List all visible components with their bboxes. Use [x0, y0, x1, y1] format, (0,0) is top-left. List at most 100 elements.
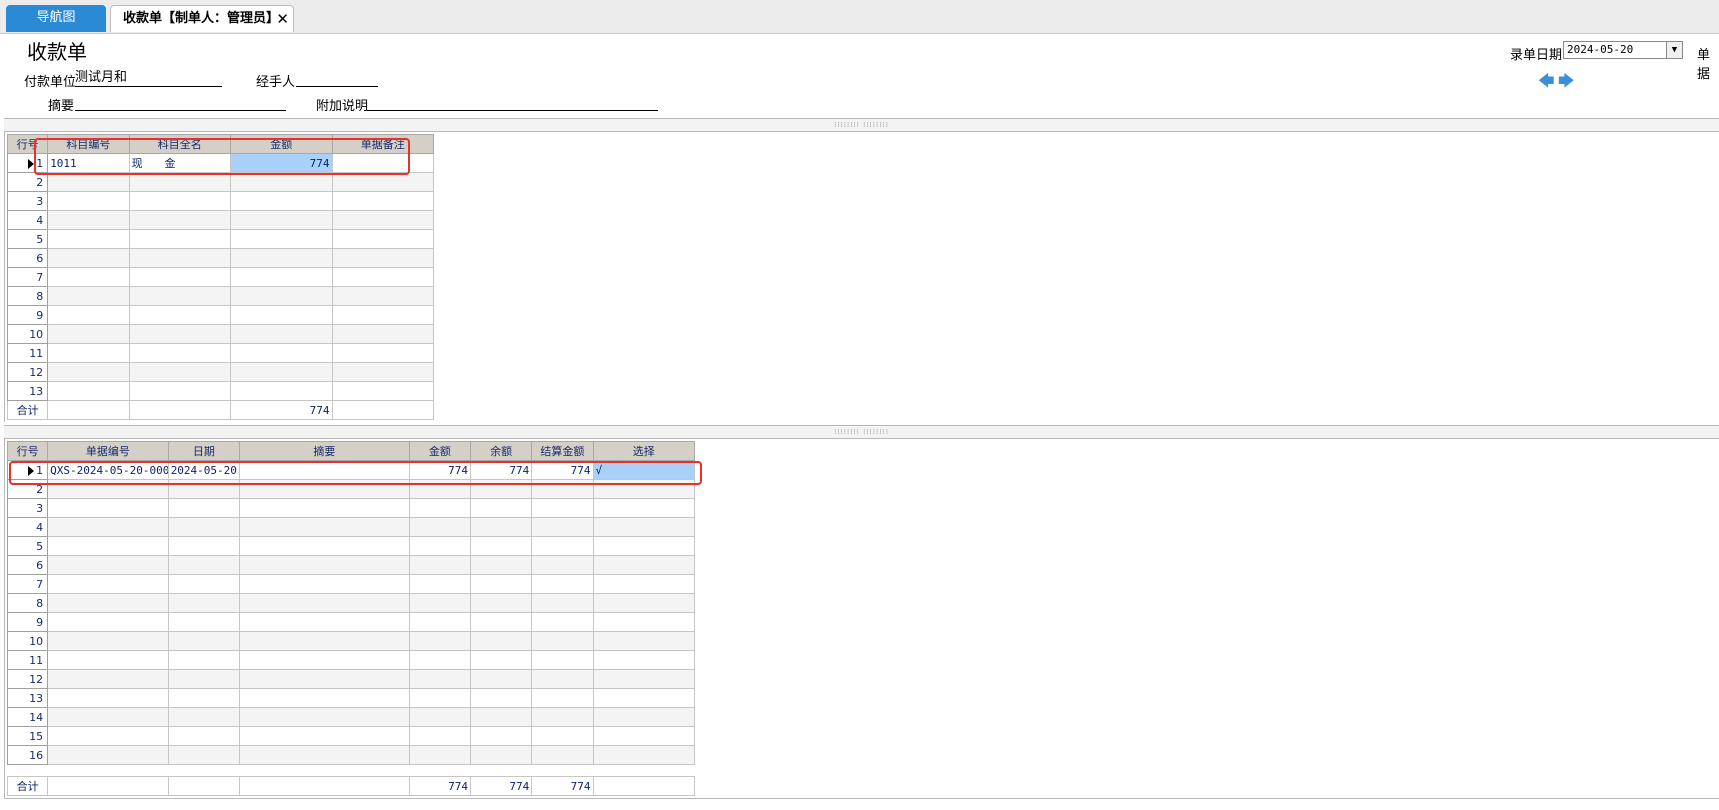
prev-arrow-icon[interactable]: 🡄 [1538, 70, 1555, 97]
table-row[interactable]: 1 1011 现 金 774 [6, 153, 434, 173]
amount-cell[interactable]: 774 [230, 153, 333, 173]
account-name-cell[interactable] [128, 229, 232, 249]
select-cell[interactable] [592, 479, 696, 499]
table-row[interactable]: 2 [6, 479, 696, 499]
amount-cell[interactable] [408, 688, 471, 708]
balance-cell[interactable] [469, 498, 533, 518]
balance-cell[interactable] [469, 593, 533, 613]
remark-cell[interactable] [331, 191, 434, 211]
account-name-cell[interactable] [128, 267, 232, 287]
table-row[interactable]: 16 [6, 745, 696, 765]
account-code-cell[interactable] [47, 191, 130, 211]
account-code-cell[interactable]: 1011 [47, 153, 130, 173]
remark-cell[interactable] [331, 267, 434, 287]
amount-cell[interactable] [408, 498, 471, 518]
col-header-summary[interactable]: 摘要 [238, 441, 410, 461]
splitter-top[interactable]: ⁞⁞⁞⁞⁞⁞⁞⁞ ⁞⁞⁞⁞⁞⁞⁞⁞ [4, 118, 1719, 132]
select-cell[interactable] [592, 745, 696, 765]
tab-receipt-voucher[interactable]: 收款单【制单人：管理员】 ✕ [110, 5, 294, 32]
table-row[interactable]: 2 [6, 172, 434, 192]
account-code-cell[interactable] [47, 324, 130, 344]
doc-no-cell[interactable] [47, 517, 169, 537]
account-code-cell[interactable] [47, 343, 130, 363]
date-cell[interactable] [167, 517, 240, 537]
table-row[interactable]: 4 [6, 517, 696, 537]
chevron-down-icon[interactable]: ▼ [1666, 42, 1682, 58]
summary-field[interactable] [75, 93, 286, 111]
table-row[interactable]: 9 [6, 612, 696, 632]
table-row[interactable]: 13 [6, 381, 434, 401]
col-header-account-name[interactable]: 科目全名 [128, 134, 232, 154]
date-cell[interactable] [167, 574, 240, 594]
remark-cell[interactable] [331, 362, 434, 382]
amount-cell[interactable] [230, 267, 333, 287]
date-cell[interactable] [167, 726, 240, 746]
amount-cell[interactable] [408, 479, 471, 499]
account-code-cell[interactable] [47, 229, 130, 249]
table-row[interactable]: 1QXS-2024-05-20-000202024-05-20774774774… [6, 460, 696, 480]
date-cell[interactable] [167, 688, 240, 708]
settle-amount-cell[interactable]: 774 [531, 460, 594, 480]
select-cell[interactable]: √ [592, 460, 696, 480]
select-cell[interactable] [592, 726, 696, 746]
payer-field[interactable]: 测试月和 [75, 69, 222, 87]
amount-cell[interactable] [230, 210, 333, 230]
balance-cell[interactable] [469, 631, 533, 651]
remark-cell[interactable] [331, 229, 434, 249]
select-cell[interactable] [592, 498, 696, 518]
remark-cell[interactable] [331, 153, 434, 173]
balance-cell[interactable] [469, 536, 533, 556]
amount-cell[interactable] [408, 574, 471, 594]
amount-cell[interactable] [408, 536, 471, 556]
account-name-cell[interactable] [128, 381, 232, 401]
select-cell[interactable] [592, 669, 696, 689]
amount-cell[interactable] [230, 305, 333, 325]
date-cell[interactable] [167, 669, 240, 689]
account-code-cell[interactable] [47, 248, 130, 268]
table-row[interactable]: 12 [6, 362, 434, 382]
amount-cell[interactable] [230, 362, 333, 382]
table-row[interactable]: 12 [6, 669, 696, 689]
table-row[interactable]: 8 [6, 593, 696, 613]
amount-cell[interactable] [408, 555, 471, 575]
settle-amount-cell[interactable] [531, 631, 594, 651]
balance-cell[interactable] [469, 688, 533, 708]
amount-cell[interactable] [408, 707, 471, 727]
summary-cell[interactable] [238, 517, 410, 537]
doc-no-cell[interactable] [47, 688, 169, 708]
account-name-cell[interactable]: 现 金 [128, 153, 232, 173]
balance-cell[interactable] [469, 574, 533, 594]
remark-cell[interactable] [331, 324, 434, 344]
doc-no-cell[interactable] [47, 593, 169, 613]
remark-cell[interactable] [331, 248, 434, 268]
summary-cell[interactable] [238, 498, 410, 518]
col-header-amount[interactable]: 金额 [408, 441, 471, 461]
doc-no-cell[interactable] [47, 669, 169, 689]
account-name-cell[interactable] [128, 305, 232, 325]
settle-amount-cell[interactable] [531, 650, 594, 670]
doc-no-cell[interactable] [47, 536, 169, 556]
amount-cell[interactable] [408, 745, 471, 765]
table-row[interactable]: 6 [6, 555, 696, 575]
date-cell[interactable] [167, 555, 240, 575]
table-row[interactable]: 5 [6, 536, 696, 556]
balance-cell[interactable] [469, 650, 533, 670]
summary-cell[interactable] [238, 745, 410, 765]
date-cell[interactable] [167, 479, 240, 499]
balance-cell[interactable] [469, 517, 533, 537]
settle-amount-cell[interactable] [531, 593, 594, 613]
select-cell[interactable] [592, 612, 696, 632]
col-header-account-code[interactable]: 科目编号 [47, 134, 130, 154]
table-row[interactable]: 7 [6, 574, 696, 594]
account-name-cell[interactable] [128, 362, 232, 382]
settle-amount-cell[interactable] [531, 536, 594, 556]
balance-cell[interactable] [469, 745, 533, 765]
date-cell[interactable] [167, 650, 240, 670]
select-cell[interactable] [592, 707, 696, 727]
balance-cell[interactable] [469, 726, 533, 746]
amount-cell[interactable] [408, 593, 471, 613]
summary-cell[interactable] [238, 688, 410, 708]
summary-cell[interactable] [238, 536, 410, 556]
date-cell[interactable]: 2024-05-20 [167, 460, 240, 480]
table-row[interactable]: 10 [6, 631, 696, 651]
